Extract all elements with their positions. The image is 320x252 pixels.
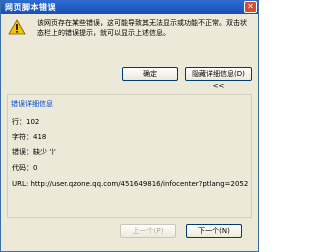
- next-button[interactable]: 下一个(N): [186, 224, 242, 238]
- title-bar[interactable]: 网页脚本错误 ✕: [1, 0, 258, 14]
- error-dialog: 网页脚本错误 ✕ 该网页存在某些错误，这可能导致其无法显示或功能不正常。双击状态…: [0, 0, 259, 252]
- hide-details-button[interactable]: 隐藏详细信息(D) <<: [185, 67, 252, 90]
- detail-line: 行：102: [12, 118, 40, 126]
- window-title: 网页脚本错误: [5, 3, 56, 12]
- detail-code: 代码：0: [12, 164, 38, 172]
- error-message: 该网页存在某些错误，这可能导致其无法显示或功能不正常。双击状态栏上的错误提示，就…: [37, 19, 247, 37]
- details-title: 错误详细信息: [11, 100, 53, 108]
- detail-url: URL: http://user.qzone.qq.com/451649816/…: [12, 180, 249, 188]
- warning-icon: [8, 19, 26, 35]
- previous-button[interactable]: 上一个(P): [120, 224, 176, 238]
- close-icon[interactable]: ✕: [244, 1, 257, 13]
- ok-button[interactable]: 确定: [122, 67, 178, 81]
- detail-char: 字符：418: [12, 133, 47, 141]
- error-details-panel: 错误详细信息 行：102 字符：418 错误：缺少 ')' 代码：0 URL: …: [7, 94, 252, 218]
- detail-error: 错误：缺少 ')': [12, 148, 56, 156]
